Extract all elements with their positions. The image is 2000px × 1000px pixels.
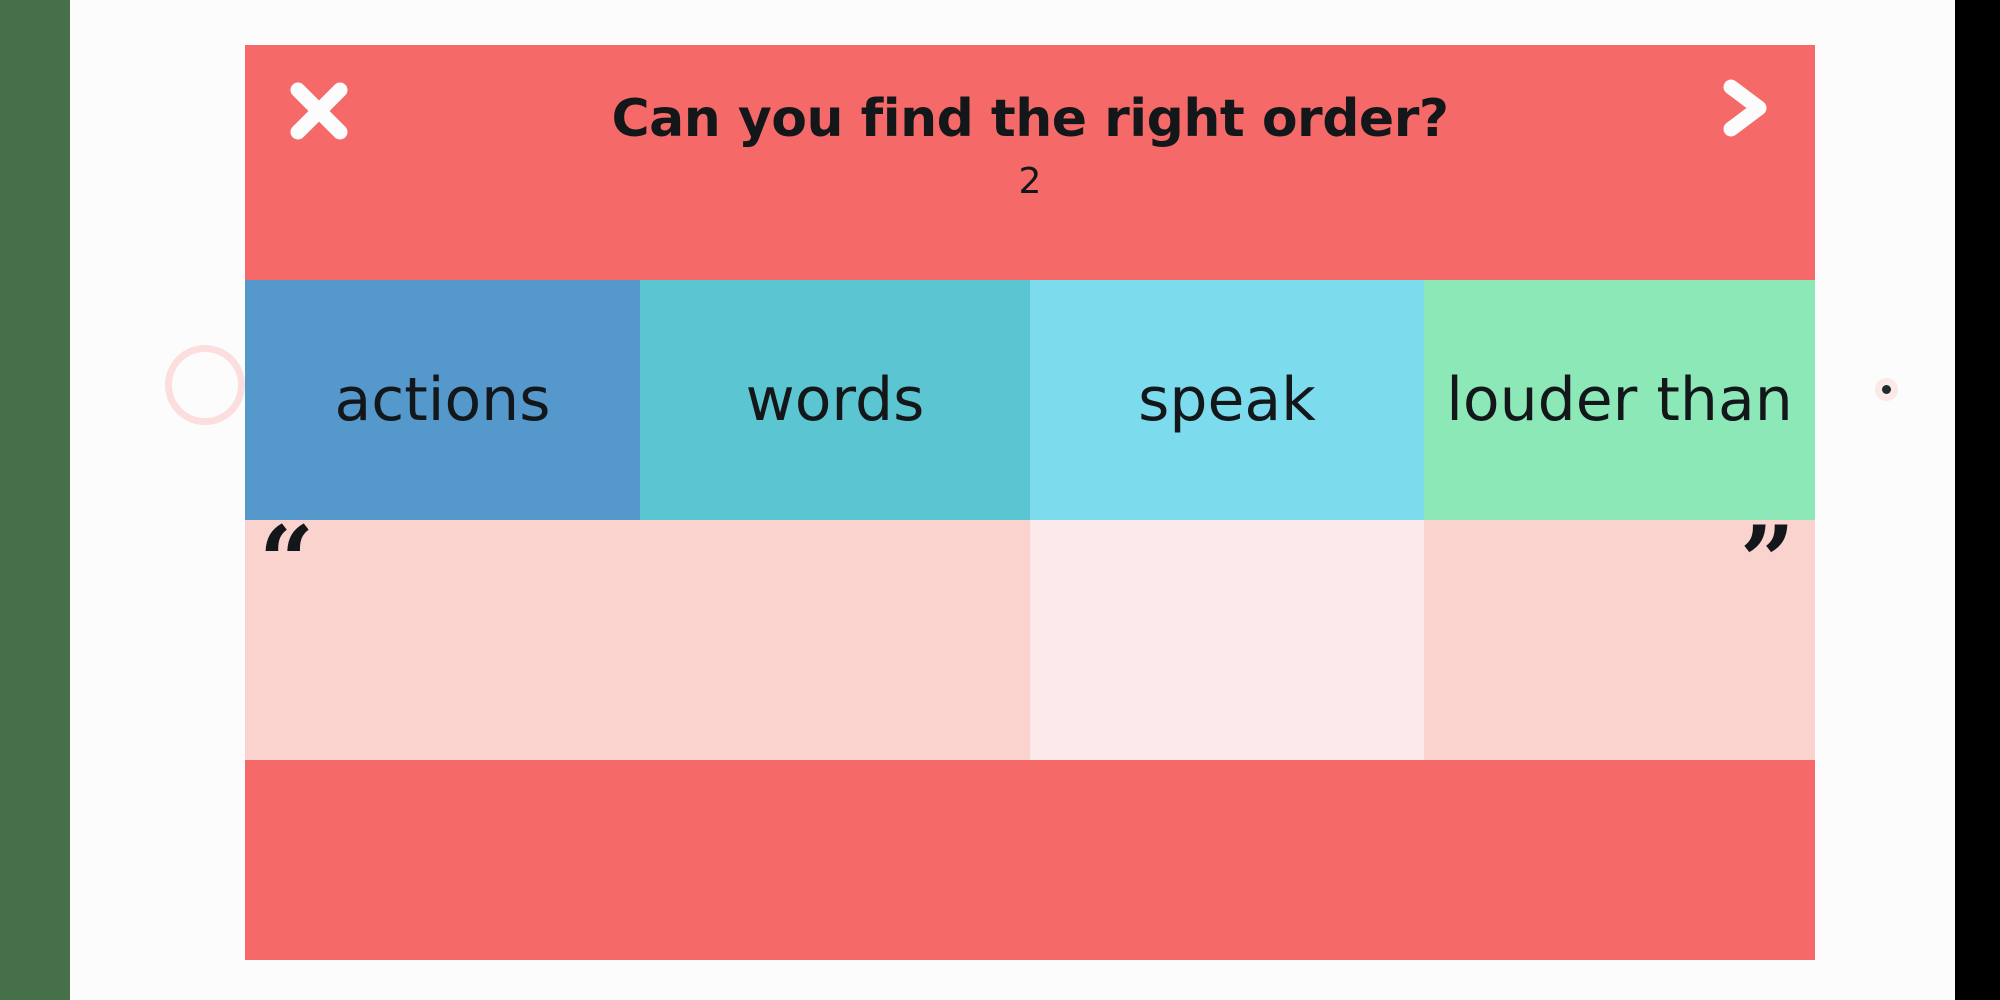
header-text-block: Can you find the right order? 2	[245, 91, 1815, 202]
answer-drop-cell[interactable]: ”	[1424, 514, 1815, 760]
word-tile[interactable]: words	[640, 280, 1030, 520]
word-tile-label: speak	[1138, 365, 1316, 435]
answer-drop-row: “”	[245, 514, 1815, 760]
page-surface: Can you find the right order? 2 actions w…	[70, 0, 1955, 1000]
quiz-card: Can you find the right order? 2 actions w…	[245, 45, 1815, 960]
decorative-circle	[165, 345, 245, 425]
quiz-footer	[245, 760, 1815, 960]
answer-drop-cell[interactable]: “	[245, 514, 640, 760]
right-edge-band	[1955, 0, 2000, 1000]
word-tile[interactable]: actions	[245, 280, 640, 520]
word-tile[interactable]: louder than	[1424, 280, 1815, 520]
word-tile-label: words	[745, 365, 925, 435]
question-counter: 2	[1018, 161, 1042, 203]
quiz-header: Can you find the right order? 2	[245, 45, 1815, 280]
answer-drop-cell[interactable]	[1030, 520, 1424, 760]
left-edge-band	[0, 0, 70, 1000]
closing-quote-icon: ”	[1739, 505, 1795, 618]
answer-drop-cell[interactable]	[640, 520, 1030, 760]
word-tile-label: actions	[334, 365, 551, 435]
word-tile[interactable]: speak	[1030, 280, 1424, 520]
page-title: Can you find the right order?	[611, 89, 1450, 149]
decorative-dot	[1882, 385, 1891, 394]
opening-quote-icon: “	[259, 505, 315, 618]
word-tile-label: louder than	[1446, 365, 1793, 435]
word-tile-row: actions words speak louder than	[245, 280, 1815, 520]
